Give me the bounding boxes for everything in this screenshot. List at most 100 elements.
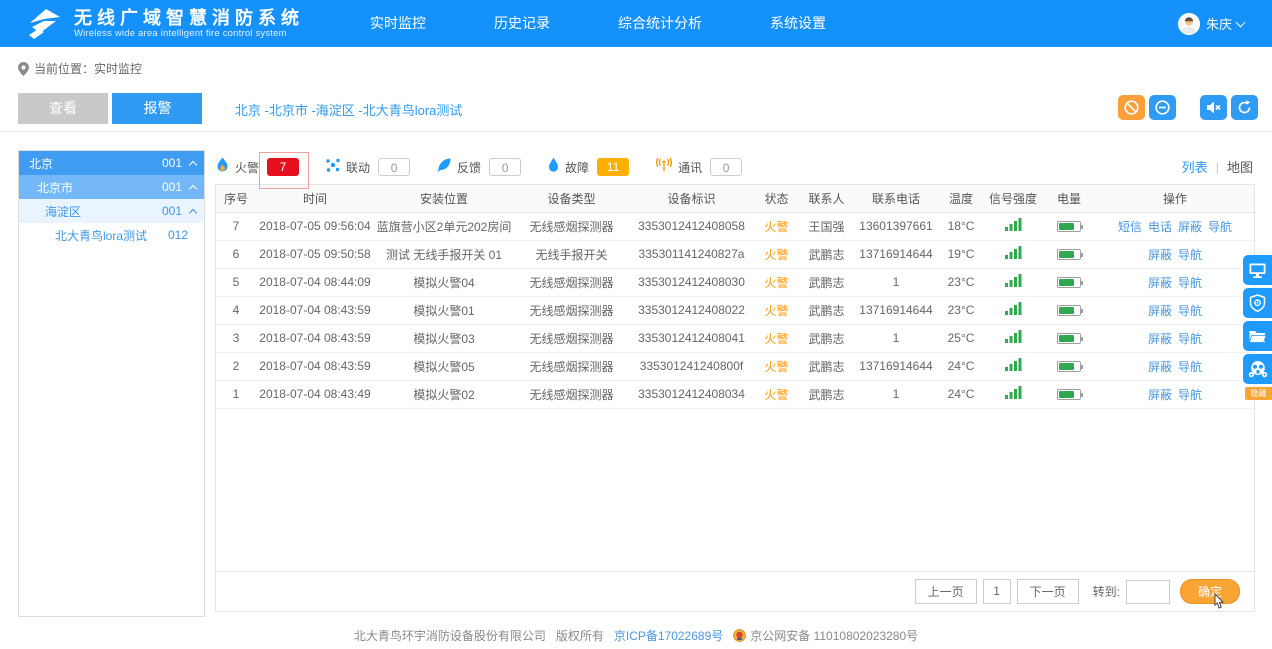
avatar xyxy=(1178,13,1200,35)
op-link-2[interactable]: 导航 xyxy=(1178,360,1202,374)
status-text: 火警 xyxy=(754,212,799,240)
location-pin-icon xyxy=(18,62,29,76)
contact-name: 武鹏志 xyxy=(799,380,854,408)
chevron-up-icon xyxy=(189,208,197,216)
op-link-1[interactable]: 屏蔽 xyxy=(1148,332,1172,346)
filter-chip-1[interactable]: 火警7 xyxy=(215,157,299,178)
temperature: 18°C xyxy=(938,212,984,240)
view-switch: 列表|地图 xyxy=(1182,157,1253,176)
folder-button[interactable] xyxy=(1243,321,1272,351)
op-link-1[interactable]: 屏蔽 xyxy=(1148,276,1172,290)
op-link-4[interactable]: 导航 xyxy=(1208,220,1232,234)
tree-node[interactable]: 海淀区001 xyxy=(19,199,204,223)
filter-chip-2[interactable]: 联动0 xyxy=(325,157,410,178)
battery-icon xyxy=(1057,221,1081,232)
block-button[interactable] xyxy=(1118,95,1145,120)
footer: 北大青鸟环宇消防设备股份有限公司 版权所有 京ICP备17022689号 京公网… xyxy=(0,627,1272,644)
filter-count-badge: 0 xyxy=(710,158,742,176)
op-link-2[interactable]: 导航 xyxy=(1178,332,1202,346)
device-id: 335301141240827a xyxy=(629,240,754,268)
tree-node[interactable]: 北京001 xyxy=(19,151,204,175)
column-header: 设备类型 xyxy=(514,185,629,212)
signal-cell xyxy=(984,324,1042,352)
column-header: 联系人 xyxy=(799,185,854,212)
op-link-1[interactable]: 屏蔽 xyxy=(1148,360,1172,374)
nav-item-3[interactable]: 综合统计分析 xyxy=(584,0,736,47)
column-header: 电量 xyxy=(1042,185,1096,212)
nav-item-2[interactable]: 历史记录 xyxy=(460,0,584,47)
contact-phone: 13716914644 xyxy=(854,240,938,268)
contact-phone: 13601397661 xyxy=(854,212,938,240)
filter-count-badge: 11 xyxy=(597,158,629,176)
op-link-1[interactable]: 短信 xyxy=(1118,220,1142,234)
temperature: 24°C xyxy=(938,352,984,380)
brand-titles: 无线广域智慧消防系统 Wireless wide area intelligen… xyxy=(74,9,304,39)
table-row: 12018-07-04 08:43:49模拟火警02无线感烟探测器3353012… xyxy=(216,380,1254,408)
next-page-button[interactable]: 下一页 xyxy=(1017,579,1079,604)
battery-cell xyxy=(1042,296,1096,324)
row-operations: 短信电话屏蔽导航 xyxy=(1096,212,1254,240)
nav-item-1[interactable]: 实时监控 xyxy=(336,0,460,47)
op-link-2[interactable]: 导航 xyxy=(1178,248,1202,262)
filter-chip-4[interactable]: 故障11 xyxy=(547,157,629,178)
alarm-time: 2018-07-04 08:43:59 xyxy=(256,352,374,380)
page-number[interactable]: 1 xyxy=(983,579,1011,604)
tab-alarm[interactable]: 报警 xyxy=(112,93,202,124)
op-link-1[interactable]: 屏蔽 xyxy=(1148,248,1172,262)
alarm-table-panel: 序号时间安装位置设备类型设备标识状态联系人联系电话温度信号强度电量操作 7201… xyxy=(215,184,1255,612)
filter-chip-label: 反馈 xyxy=(457,159,481,176)
region-path: 北京 -北京市 -海淀区 -北大青鸟lora测试 xyxy=(235,93,463,129)
install-location: 模拟火警02 xyxy=(374,380,514,408)
gas-mask-button[interactable] xyxy=(1243,354,1272,384)
device-id: 3353012412408058 xyxy=(629,212,754,240)
top-bar: 无线广域智慧消防系统 Wireless wide area intelligen… xyxy=(0,0,1272,47)
mute-icon xyxy=(1205,99,1222,116)
filter-count-badge: 0 xyxy=(489,158,521,176)
op-link-3[interactable]: 屏蔽 xyxy=(1178,220,1202,234)
monitor-button[interactable] xyxy=(1243,255,1272,285)
tree-node-count: 012 xyxy=(168,228,188,242)
op-link-1[interactable]: 屏蔽 xyxy=(1148,388,1172,402)
device-type: 无线感烟探测器 xyxy=(514,212,629,240)
column-header: 安装位置 xyxy=(374,185,514,212)
nav-item-4[interactable]: 系统设置 xyxy=(736,0,860,47)
table-row: 72018-07-05 09:56:04蓝旗营小区2单元202房间无线感烟探测器… xyxy=(216,212,1254,240)
view-map-link[interactable]: 地图 xyxy=(1227,160,1253,175)
op-link-2[interactable]: 导航 xyxy=(1178,276,1202,290)
op-link-2[interactable]: 导航 xyxy=(1178,388,1202,402)
device-id: 335301241240800f xyxy=(629,352,754,380)
refresh-button[interactable] xyxy=(1231,95,1258,120)
user-menu[interactable]: 朱庆 xyxy=(1178,0,1244,47)
battery-icon xyxy=(1057,305,1081,316)
side-dock: 隐藏 xyxy=(1243,255,1272,400)
goto-page-input[interactable] xyxy=(1126,580,1170,604)
logo: 无线广域智慧消防系统 Wireless wide area intelligen… xyxy=(26,7,304,41)
brand-bird-icon xyxy=(26,7,64,41)
battery-icon xyxy=(1057,361,1081,372)
chevron-up-icon xyxy=(189,184,197,192)
mute-button[interactable] xyxy=(1200,95,1227,120)
minus-circle-button[interactable] xyxy=(1149,95,1176,120)
tree-node[interactable]: 北大青鸟lora测试012 xyxy=(19,223,204,247)
dock-hide-tag[interactable]: 隐藏 xyxy=(1245,387,1272,400)
prev-page-button[interactable]: 上一页 xyxy=(915,579,977,604)
tab-view[interactable]: 查看 xyxy=(18,93,108,124)
contact-name: 王国强 xyxy=(799,212,854,240)
view-list-link[interactable]: 列表 xyxy=(1182,160,1208,175)
alarm-time: 2018-07-04 08:43:59 xyxy=(256,324,374,352)
footer-icp-link[interactable]: 京ICP备17022689号 xyxy=(614,627,723,644)
shield-gear-button[interactable] xyxy=(1243,288,1272,318)
device-id: 3353012412408030 xyxy=(629,268,754,296)
tree-node-label: 海淀区 xyxy=(45,203,81,220)
filter-chip-5[interactable]: 通讯0 xyxy=(655,157,742,178)
alarm-time: 2018-07-04 08:43:49 xyxy=(256,380,374,408)
filter-chip-3[interactable]: 反馈 0 xyxy=(436,157,521,178)
tree-node[interactable]: 北京市001 xyxy=(19,175,204,199)
device-type: 无线感烟探测器 xyxy=(514,352,629,380)
op-link-1[interactable]: 屏蔽 xyxy=(1148,304,1172,318)
install-location: 模拟火警01 xyxy=(374,296,514,324)
op-link-2[interactable]: 导航 xyxy=(1178,304,1202,318)
op-link-2[interactable]: 电话 xyxy=(1148,220,1172,234)
battery-icon xyxy=(1057,249,1081,260)
mouse-cursor-icon xyxy=(1210,593,1226,613)
